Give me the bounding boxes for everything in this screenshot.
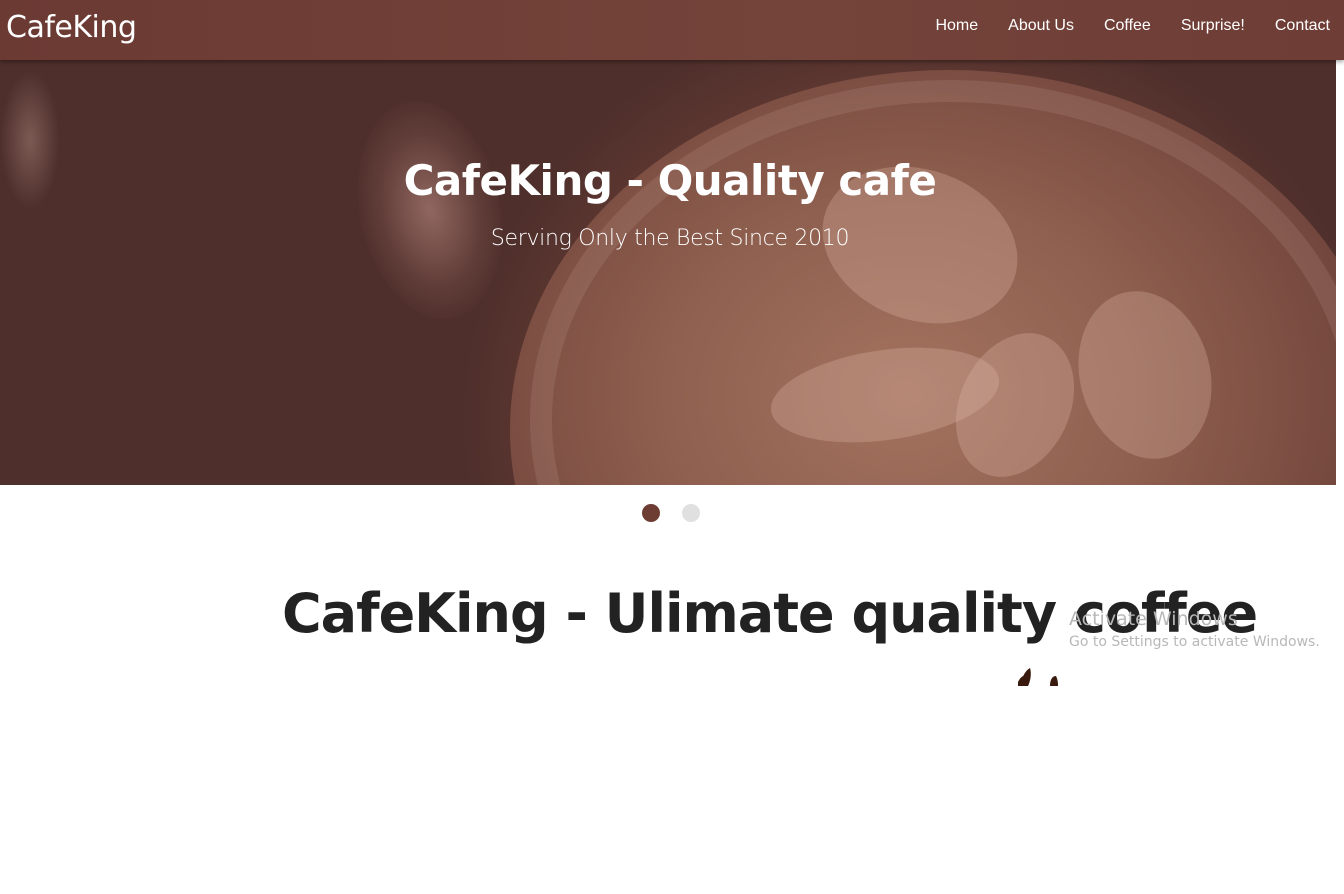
nav-link-home[interactable]: Home — [935, 17, 978, 35]
coffee-beans-image — [1016, 664, 1064, 686]
carousel-dot-1[interactable] — [642, 504, 660, 522]
activate-windows-watermark-subtitle: Go to Settings to activate Windows. — [1069, 634, 1320, 650]
carousel-indicators — [642, 504, 722, 522]
nav-link-about-us[interactable]: About Us — [1008, 17, 1074, 35]
hero-subtitle: Serving Only the Best Since 2010 — [490, 226, 850, 251]
brand-logo-link[interactable]: CafeKing — [6, 10, 137, 45]
hero-carousel-slide: CafeKing - Quality cafe Serving Only the… — [0, 60, 1336, 485]
hero-background-blur — [338, 87, 522, 333]
nav-links: Home About Us Coffee Surprise! Contact — [905, 17, 1330, 35]
activate-windows-watermark-title: Activate Windows — [1069, 608, 1238, 630]
nav-link-surprise[interactable]: Surprise! — [1181, 17, 1245, 35]
nav-link-coffee[interactable]: Coffee — [1104, 17, 1151, 35]
top-navbar: CafeKing Home About Us Coffee Surprise! … — [0, 0, 1344, 60]
carousel-dot-2[interactable] — [682, 504, 700, 522]
nav-link-contact[interactable]: Contact — [1275, 17, 1330, 35]
hero-title: CafeKing - Quality cafe — [403, 156, 937, 205]
